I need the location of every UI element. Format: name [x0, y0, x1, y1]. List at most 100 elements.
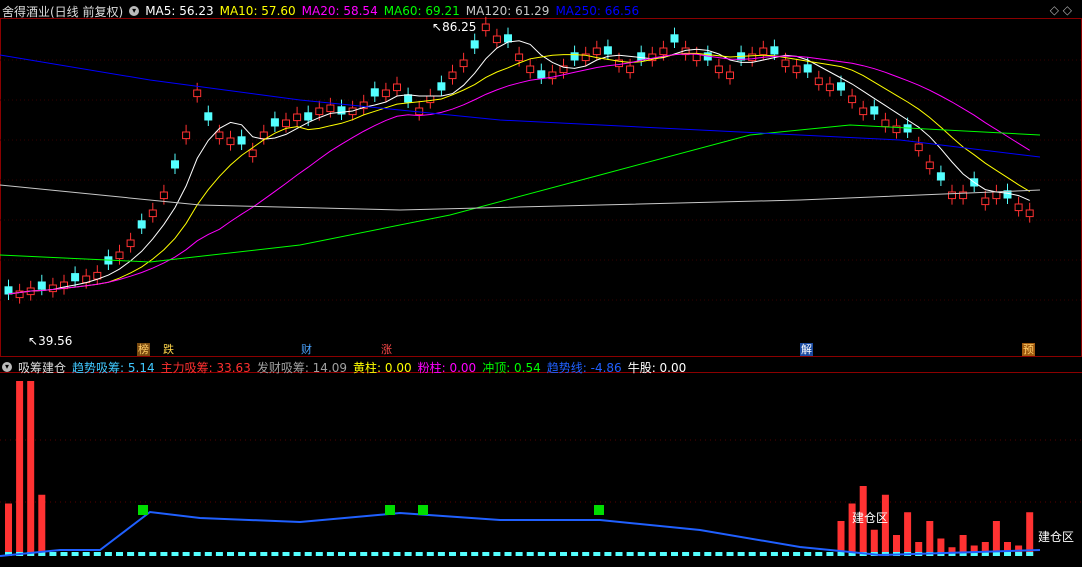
- settings-icon[interactable]: ◇ ◇: [1050, 3, 1072, 17]
- candle-body: [470, 40, 479, 49]
- indicator-base-bar: [493, 552, 501, 556]
- indicator-bar: [5, 503, 12, 556]
- candle-body: [537, 70, 546, 79]
- chevron-down-icon[interactable]: ▾: [129, 6, 140, 16]
- candle-body: [393, 83, 401, 92]
- indicator-base-bar: [149, 552, 157, 556]
- low-price-label: ↖39.56: [28, 334, 73, 348]
- indicator-legend-item-3: 黄柱: 0.00: [353, 360, 412, 375]
- candle-body: [71, 273, 80, 282]
- candle-body: [526, 65, 535, 74]
- indicator-base-bar: [382, 552, 390, 556]
- candle-body: [237, 136, 246, 145]
- ma-legend-item-3: MA60: 69.21: [383, 4, 460, 18]
- candle-body: [515, 53, 524, 62]
- event-marker-5[interactable]: 预: [1022, 343, 1035, 356]
- candle-body: [948, 191, 956, 200]
- candle-body: [193, 89, 202, 98]
- indicator-base-bar: [715, 552, 723, 556]
- chevron-down-icon[interactable]: ▾: [2, 362, 12, 372]
- event-marker-3[interactable]: 涨: [380, 343, 393, 356]
- candle-body: [825, 83, 834, 92]
- candle-body: [137, 220, 146, 229]
- candle-body: [881, 119, 890, 128]
- indicator-base-bar: [693, 552, 701, 556]
- indicator-base-bar: [260, 552, 268, 556]
- candle-body: [759, 47, 768, 56]
- candle-body: [659, 47, 668, 56]
- indicator-base-bar: [515, 552, 523, 556]
- indicator-base-bar: [93, 552, 101, 556]
- indicator-legend-item-6: 趋势线: -4.86: [546, 360, 622, 375]
- indicator-base-bar: [1004, 552, 1011, 556]
- indicator-base-bar: [60, 552, 68, 556]
- indicator-base-bar: [504, 552, 512, 556]
- candle-body: [259, 131, 268, 140]
- ma10-line: [8, 52, 1030, 295]
- indicator-base-bar: [782, 552, 789, 556]
- candle-body: [626, 65, 635, 74]
- indicator-base-bar: [193, 552, 201, 556]
- indicator-base-bar: [49, 552, 57, 556]
- event-marker-4[interactable]: 解: [800, 343, 813, 356]
- ma-legend-item-4: MA120: 61.29: [465, 4, 550, 18]
- candle-body: [781, 59, 790, 68]
- candle-body: [803, 64, 812, 73]
- indicator-name: 吸筹建仓: [18, 360, 67, 375]
- indicator-base-bar: [837, 552, 845, 556]
- indicator-base-bar: [648, 552, 656, 556]
- candle-body: [215, 131, 224, 140]
- event-marker-1[interactable]: 跌: [162, 343, 175, 356]
- indicator-legend-item-0: 趋势吸筹: 5.14: [72, 360, 155, 375]
- event-marker-2[interactable]: 财: [300, 343, 313, 356]
- candle-body: [859, 107, 868, 116]
- candle-body: [936, 172, 945, 181]
- green-marker-0: [138, 505, 148, 515]
- indicator-base-bar: [593, 552, 601, 556]
- green-marker-1: [385, 505, 395, 515]
- candle-body: [293, 113, 302, 122]
- chart-canvas[interactable]: [0, 0, 1082, 567]
- stock-chart-window: 舍得酒业(日线 前复权) ▾ MA5: 56.23 MA10: 57.60 MA20…: [0, 0, 1082, 567]
- candle-body: [4, 286, 13, 295]
- indicator-base-bar: [227, 552, 234, 556]
- indicator-base-bar: [770, 552, 778, 556]
- candle-body: [448, 71, 457, 80]
- indicator-base-bar: [127, 552, 135, 556]
- candle-body: [748, 53, 757, 62]
- indicator-base-bar: [992, 552, 1000, 556]
- candle-body: [837, 82, 845, 91]
- candle-body: [459, 59, 468, 68]
- indicator-base-bar: [537, 552, 545, 556]
- indicator-base-bar: [737, 552, 745, 556]
- ma-legend-item-1: MA10: 57.60: [219, 4, 296, 18]
- indicator-legend-item-5: 冲顶: 0.54: [482, 360, 541, 375]
- candle-body: [126, 239, 135, 248]
- candle-body: [981, 197, 990, 206]
- indicator-base-bar: [704, 552, 712, 556]
- indicator-base-bar: [671, 552, 678, 556]
- candle-body: [992, 191, 1001, 200]
- indicator-base-bar: [104, 552, 112, 556]
- main-chart-header: 舍得酒业(日线 前复权) ▾ MA5: 56.23 MA10: 57.60 MA20…: [2, 3, 639, 19]
- candle-body: [171, 160, 179, 169]
- indicator-base-bar: [726, 552, 734, 556]
- indicator-base-bar: [271, 552, 279, 556]
- candle-body: [326, 104, 335, 113]
- zone-label-1: 建仓区: [852, 511, 889, 525]
- indicator-base-bar: [349, 552, 357, 556]
- indicator-base-bar: [293, 552, 301, 556]
- candle-body: [492, 35, 501, 44]
- indicator-base-bar: [826, 552, 834, 556]
- candle-body: [814, 77, 823, 86]
- indicator-base-bar: [526, 552, 534, 556]
- ma-legend-item-5: MA250: 66.56: [555, 4, 640, 18]
- event-marker-0[interactable]: 榜: [137, 343, 150, 356]
- indicator-base-bar: [160, 552, 168, 556]
- ma60-line: [0, 124, 1041, 263]
- indicator-base-bar: [326, 552, 334, 556]
- indicator-base-bar: [404, 552, 412, 556]
- ma5-line: [8, 40, 1030, 295]
- indicator-base-bar: [315, 552, 323, 556]
- candle-body: [637, 52, 646, 61]
